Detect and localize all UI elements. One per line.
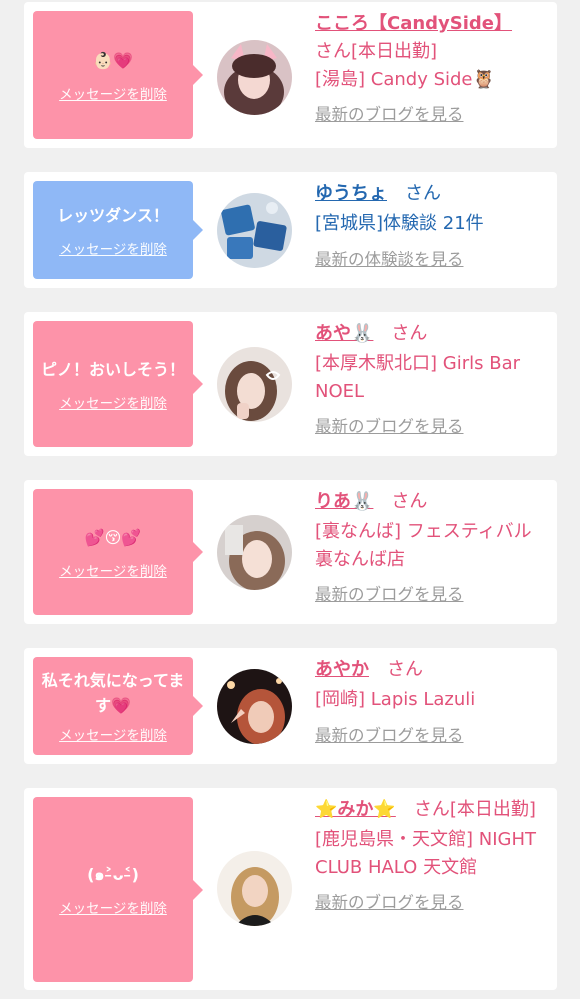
honorific: さん <box>391 323 428 344</box>
latest-blog-link[interactable]: 最新のブログを見る <box>315 417 464 436</box>
message-list: 👶🏻💗 メッセージを削除 こころ【CandySide】 さん[本日出勤] [湯島… <box>0 0 580 999</box>
avatar[interactable] <box>217 347 292 422</box>
avatar[interactable] <box>217 40 292 115</box>
message-card: ピノ！おいしそう！ メッセージを削除 あや🐰 さん [本厚木駅北口] Girls… <box>24 312 557 456</box>
name-link[interactable]: こころ【CandySide】 <box>315 13 512 34</box>
review-info: [宮城県]体験談 21件 <box>315 213 484 234</box>
message-bubble: (๑˃̵ᴗ˂̵) メッセージを削除 <box>33 797 203 982</box>
message-bubble: レッツダンス！ メッセージを削除 <box>33 181 203 279</box>
delete-message-link[interactable]: メッセージを削除 <box>59 560 167 580</box>
delete-message-link[interactable]: メッセージを削除 <box>59 724 167 744</box>
latest-blog-link[interactable]: 最新のブログを見る <box>315 893 464 912</box>
delete-message-link[interactable]: メッセージを削除 <box>59 392 167 412</box>
message-bubble: 👶🏻💗 メッセージを削除 <box>33 11 203 139</box>
delete-message-link[interactable]: メッセージを削除 <box>59 83 167 103</box>
name-link[interactable]: ⭐みか⭐ <box>315 799 396 820</box>
message-bubble: 💕😚💕 メッセージを削除 <box>33 489 203 615</box>
info-block: あやか さん [岡崎] Lapis Lazuli 最新のブログを見る <box>315 656 547 750</box>
bubble-message-text: ピノ！おいしそう！ <box>41 359 186 379</box>
info-block: こころ【CandySide】 さん[本日出勤] [湯島] Candy Side🦉… <box>315 10 547 129</box>
message-card: 👶🏻💗 メッセージを削除 こころ【CandySide】 さん[本日出勤] [湯島… <box>24 2 557 148</box>
avatar[interactable] <box>217 851 292 926</box>
message-card: 💕😚💕 メッセージを削除 りあ🐰 さん [裏なんば] フェスティバル 裏なんば店… <box>24 480 557 624</box>
delete-message-link[interactable]: メッセージを削除 <box>59 897 167 917</box>
shop-info: [湯島] Candy Side🦉 <box>315 69 495 90</box>
bubble-message-text: レッツダンス！ <box>57 205 169 225</box>
honorific: さん <box>387 659 423 680</box>
info-block: りあ🐰 さん [裏なんば] フェスティバル 裏なんば店 最新のブログを見る <box>315 488 547 609</box>
name-link[interactable]: あやか <box>315 659 369 680</box>
message-card: レッツダンス！ メッセージを削除 ゆうちょ さん [宮城県]体験談 21件 最新… <box>24 172 557 288</box>
message-bubble: ピノ！おいしそう！ メッセージを削除 <box>33 321 203 447</box>
info-block: あや🐰 さん [本厚木駅北口] Girls Bar NOEL 最新のブログを見る <box>315 320 547 441</box>
bubble-message-text: 私それ気になってます💗 <box>41 671 185 715</box>
shop-info: [鹿児島県・天文館] NIGHT CLUB HALO 天文館 <box>315 829 537 878</box>
avatar[interactable] <box>217 669 292 744</box>
latest-blog-link[interactable]: 最新のブログを見る <box>315 726 464 745</box>
name-link[interactable]: ゆうちょ <box>315 183 387 204</box>
bubble-message-text: 💕😚💕 <box>84 527 142 547</box>
latest-blog-link[interactable]: 最新のブログを見る <box>315 105 464 124</box>
shop-info: [本厚木駅北口] Girls Bar NOEL <box>315 353 520 402</box>
delete-message-link[interactable]: メッセージを削除 <box>59 238 167 258</box>
honorific: さん <box>391 491 428 512</box>
name-link[interactable]: あや🐰 <box>315 323 373 344</box>
message-card: 私それ気になってます💗 メッセージを削除 あやか さん [岡崎] Lapis L… <box>24 648 557 764</box>
latest-review-link[interactable]: 最新の体験談を見る <box>315 250 464 269</box>
avatar[interactable] <box>217 515 292 590</box>
honorific: さん <box>405 183 441 204</box>
message-card: (๑˃̵ᴗ˂̵) メッセージを削除 ⭐みか⭐ さん[本日出勤] [鹿児島県・天文… <box>24 788 557 990</box>
shop-info: [岡崎] Lapis Lazuli <box>315 689 476 710</box>
info-block: ⭐みか⭐ さん[本日出勤] [鹿児島県・天文館] NIGHT CLUB HALO… <box>315 796 547 917</box>
name-link[interactable]: りあ🐰 <box>315 491 373 512</box>
honorific: さん[本日出勤] <box>315 41 438 62</box>
info-block: ゆうちょ さん [宮城県]体験談 21件 最新の体験談を見る <box>315 180 547 274</box>
bubble-message-text: 👶🏻💗 <box>93 50 133 70</box>
bubble-message-text: (๑˃̵ᴗ˂̵) <box>87 865 139 884</box>
avatar[interactable] <box>217 193 292 268</box>
latest-blog-link[interactable]: 最新のブログを見る <box>315 585 464 604</box>
honorific: さん[本日出勤] <box>413 799 536 820</box>
message-bubble: 私それ気になってます💗 メッセージを削除 <box>33 657 203 755</box>
shop-info: [裏なんば] フェスティバル 裏なんば店 <box>315 521 532 570</box>
